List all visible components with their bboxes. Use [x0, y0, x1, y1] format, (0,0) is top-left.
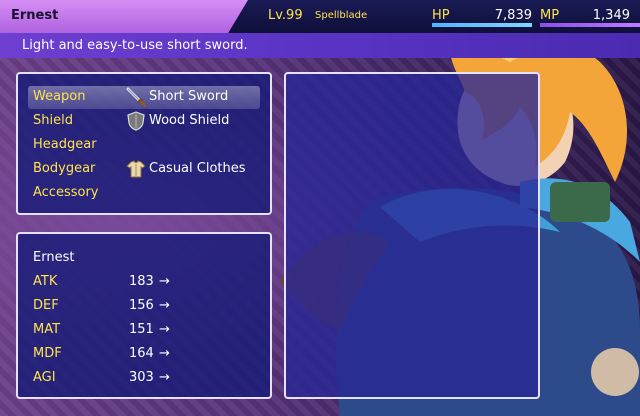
slot-name: Weapon [33, 89, 86, 104]
param-value: 303 [129, 370, 154, 385]
param-label: MAT [33, 322, 61, 337]
mp-gauge-fill [540, 23, 640, 27]
status-header: Ernest Lv.99 Spellblade HP 7,839 MP 1,34… [0, 0, 640, 33]
param-label: DEF [33, 298, 59, 313]
slot-name: Bodygear [33, 161, 96, 176]
hp-gauge [432, 23, 532, 27]
slot-name: Shield [33, 113, 73, 128]
sword-icon [126, 87, 146, 107]
character-name: Ernest [11, 8, 59, 23]
equip-slot-weapon[interactable]: Weapon Short Sword [28, 86, 260, 109]
equip-item-list-window[interactable] [284, 72, 540, 399]
slot-name: Headgear [33, 137, 97, 152]
equip-slot-shield[interactable]: Shield Wood Shield [28, 110, 260, 133]
param-label: AGI [33, 370, 56, 385]
param-value: 156 [129, 298, 154, 313]
right-arrow-icon: → [159, 322, 170, 337]
right-arrow-icon: → [159, 298, 170, 313]
param-row-agi: AGI 303 → [33, 370, 253, 390]
slot-item: Wood Shield [149, 113, 230, 128]
equip-status-window: Ernest ATK 183 → DEF 156 → MAT 151 → MDF… [16, 232, 272, 399]
param-row-mdf: MDF 164 → [33, 346, 253, 366]
mp-label: MP [540, 8, 560, 23]
equip-slot-window: Weapon Short Sword Shield Wood Shield He… [16, 72, 272, 215]
status-actor-name: Ernest [33, 250, 75, 265]
slot-item: Short Sword [149, 89, 229, 104]
hp-gauge-fill [432, 23, 532, 27]
equip-slot-bodygear[interactable]: Bodygear Casual Clothes [28, 158, 260, 181]
right-arrow-icon: → [159, 370, 170, 385]
mp-value: 1,349 [592, 8, 630, 23]
level: Lv.99 [268, 8, 303, 23]
param-label: MDF [33, 346, 62, 361]
param-row-atk: ATK 183 → [33, 274, 253, 294]
help-window: Light and easy-to-use short sword. [0, 33, 640, 58]
param-label: ATK [33, 274, 58, 289]
param-value: 183 [129, 274, 154, 289]
slot-name: Accessory [33, 185, 99, 200]
param-row-mat: MAT 151 → [33, 322, 253, 342]
help-text: Light and easy-to-use short sword. [22, 38, 248, 53]
clothes-icon [126, 160, 146, 178]
param-row-def: DEF 156 → [33, 298, 253, 318]
slot-item: Casual Clothes [149, 161, 246, 176]
hp-label: HP [432, 8, 450, 23]
shield-icon [127, 111, 145, 131]
param-value: 164 [129, 346, 154, 361]
right-arrow-icon: → [159, 346, 170, 361]
character-class: Spellblade [315, 10, 368, 21]
equip-slot-headgear[interactable]: Headgear [28, 134, 260, 157]
right-arrow-icon: → [159, 274, 170, 289]
mp-gauge [540, 23, 640, 27]
param-value: 151 [129, 322, 154, 337]
equip-slot-accessory[interactable]: Accessory [28, 182, 260, 205]
hp-value: 7,839 [494, 8, 532, 23]
